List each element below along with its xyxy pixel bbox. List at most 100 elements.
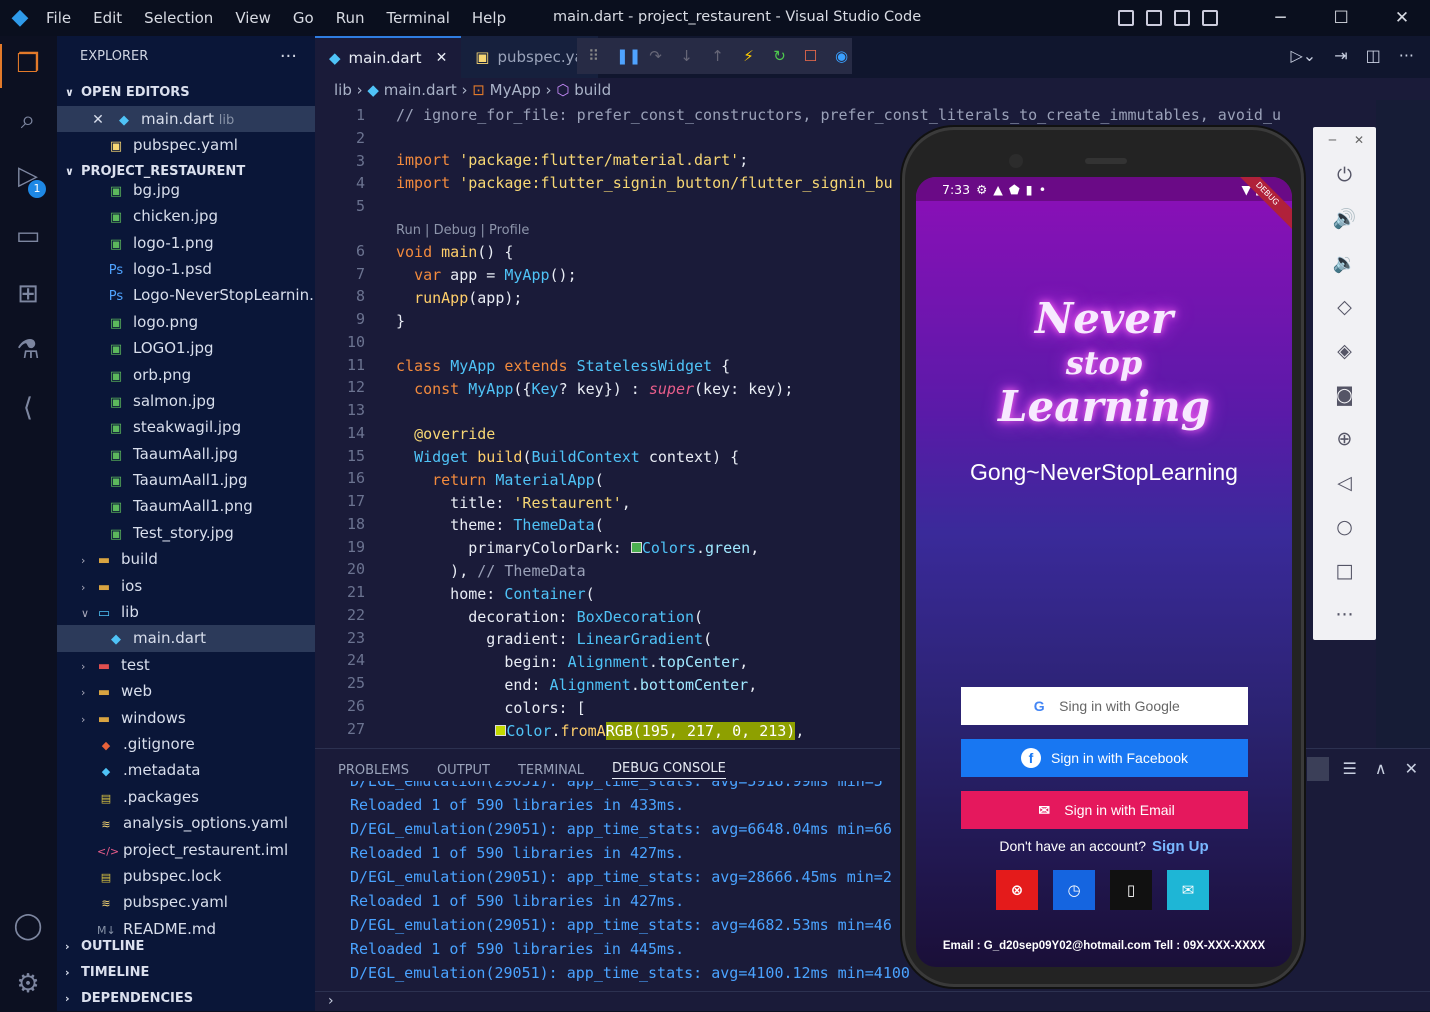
rotate-left-icon[interactable]: ◇ [1313,285,1376,329]
maximize-button[interactable]: ☐ [1313,8,1369,28]
phone-icon[interactable]: ▯ [1110,870,1152,910]
step-over-icon[interactable]: ↷ [647,47,664,65]
toggle-secondary-sidebar-icon[interactable] [1174,10,1191,26]
file-item[interactable]: Ps logo-1.psd [57,256,315,282]
customize-layout-icon[interactable] [1202,10,1219,26]
back-icon[interactable]: ◁ [1313,461,1376,505]
panel-tab-terminal[interactable]: TERMINAL [518,763,584,778]
menu-edit[interactable]: Edit [93,9,122,27]
panel-tab-debug-console[interactable]: DEBUG CONSOLE [612,761,726,779]
home-icon[interactable]: ○ [1313,505,1376,549]
file-item[interactable]: ▣ TaaumAall.jpg [57,441,315,467]
file-item[interactable]: ▣ Test_story.jpg [57,520,315,546]
hot-reload-icon[interactable]: ⚡ [740,47,757,65]
file-item[interactable]: ≋ pubspec.yaml [57,889,315,915]
step-out-icon[interactable]: ↑ [709,47,726,65]
phone-screen[interactable]: 7:33 ⚙ ▲ ⬟ ▮ • ▼ ▮ DEBUG Never stop Lear… [916,177,1292,967]
minimize-icon[interactable]: ─ [1329,133,1336,147]
power-icon[interactable]: ⏻ [1313,153,1376,197]
pause-icon[interactable]: ❚❚ [616,47,641,65]
section-outline[interactable]: › OUTLINE [57,934,315,960]
breadcrumb-file[interactable]: main.dart [384,81,457,99]
extensions-icon[interactable]: ⊞ [8,274,48,314]
volume-down-icon[interactable]: 🔉 [1313,241,1376,285]
split-editor-icon[interactable]: ◫ [1366,46,1381,65]
filter-box[interactable] [1307,757,1329,781]
screenshot-icon[interactable]: ◙ [1313,373,1376,417]
file-item[interactable]: ▣ orb.png [57,362,315,388]
maximize-panel-icon[interactable]: ∧ [1375,759,1387,778]
mail-icon[interactable]: ✉ [1167,870,1209,910]
manage-gear-icon[interactable]: ⚙ [8,964,48,1004]
toggle-sidebar-icon[interactable] [1118,10,1135,26]
file-item[interactable]: Ps Logo-NeverStopLearnin... [57,282,315,308]
folder-item[interactable]: › ▬ web [57,678,315,704]
drag-handle-icon[interactable]: ⠿ [585,47,602,65]
file-item[interactable]: ▣ logo-1.png [57,230,315,256]
restart-icon[interactable]: ↻ [771,47,788,65]
stop-icon[interactable]: ☐ [802,47,819,65]
breadcrumb-class[interactable]: MyApp [490,81,541,99]
breadcrumb-method[interactable]: build [574,81,611,99]
tab-main-dart[interactable]: ◆ main.dart ✕ [315,36,462,79]
rotate-right-icon[interactable]: ◈ [1313,329,1376,373]
overview-icon[interactable]: □ [1313,549,1376,593]
panel-tab-problems[interactable]: PROBLEMS [338,763,409,778]
more-icon[interactable]: ··· [1313,593,1376,637]
breadcrumb-lib[interactable]: lib [334,81,352,99]
zoom-icon[interactable]: ⊕ [1313,417,1376,461]
open-editors-section[interactable]: ∨ OPEN EDITORS [57,80,315,106]
remote-explorer-icon[interactable]: ▭ [8,216,48,256]
file-item[interactable]: ▣ logo.png [57,309,315,335]
menu-run[interactable]: Run [336,9,365,27]
close-circle-icon[interactable]: ⊗ [996,870,1038,910]
facebook-signin-button[interactable]: f Sign in with Facebook [961,739,1248,777]
folder-item[interactable]: ∨ ▭ lib [57,599,315,625]
close-window-button[interactable]: ✕ [1374,8,1430,28]
flutter-icon[interactable]: ⟨ [8,388,48,428]
search-icon[interactable]: ⌕ [8,100,48,140]
file-item[interactable]: ▣ TaaumAall1.png [57,493,315,519]
step-into-icon[interactable]: ↓ [678,47,695,65]
open-editor-pubspec[interactable]: ▣ pubspec.yaml [57,132,315,158]
file-item[interactable]: ▣ LOGO1.jpg [57,335,315,361]
file-item[interactable]: ▣ salmon.jpg [57,388,315,414]
menu-help[interactable]: Help [472,9,506,27]
sign-up-link[interactable]: Sign Up [1152,838,1209,855]
close-icon[interactable]: ✕ [1354,133,1364,147]
file-item[interactable]: ◆ .metadata [57,757,315,783]
folder-item[interactable]: › ▬ test [57,652,315,678]
menu-selection[interactable]: Selection [144,9,213,27]
google-signin-button[interactable]: G Sing in with Google [961,687,1248,725]
section-timeline[interactable]: › TIMELINE [57,960,315,986]
folder-item[interactable]: › ▬ build [57,546,315,572]
volume-up-icon[interactable]: 🔊 [1313,197,1376,241]
menu-view[interactable]: View [235,9,271,27]
accounts-icon[interactable]: ◯ [8,906,48,946]
file-item[interactable]: ▤ pubspec.lock [57,863,315,889]
file-item[interactable]: ▣ chicken.jpg [57,203,315,229]
file-item[interactable]: ▤ .packages [57,784,315,810]
testing-icon[interactable]: ⚗ [8,330,48,370]
minimize-button[interactable]: ─ [1252,8,1308,28]
file-item[interactable]: ≋ analysis_options.yaml [57,810,315,836]
file-item[interactable]: ▣ bg.jpg [57,177,315,203]
more-actions-icon[interactable]: ··· [280,36,297,78]
file-item[interactable]: </> project_restaurent.iml [57,837,315,863]
close-tab-icon[interactable]: ✕ [436,37,448,79]
file-item[interactable]: ◆ .gitignore [57,731,315,757]
open-editor-main-dart[interactable]: ✕ ◆ main.dart lib [57,106,315,133]
close-panel-icon[interactable]: ✕ [1405,759,1418,778]
menu-go[interactable]: Go [293,9,314,27]
codelens-run-debug[interactable]: Run | Debug | Profile [396,223,529,238]
run-icon[interactable]: ▷⌄ [1290,46,1316,65]
file-item[interactable]: ▣ steakwagil.jpg [57,414,315,440]
toggle-panel-icon[interactable] [1146,10,1163,26]
open-changes-icon[interactable]: ⇥ [1334,46,1347,65]
file-item[interactable]: ▣ TaaumAall1.jpg [57,467,315,493]
folder-item[interactable]: › ▬ ios [57,573,315,599]
menu-terminal[interactable]: Terminal [387,9,450,27]
clock-icon[interactable]: ◷ [1053,870,1095,910]
devtools-icon[interactable]: ◉ [833,47,850,65]
email-signin-button[interactable]: ✉ Sign in with Email [961,791,1248,829]
